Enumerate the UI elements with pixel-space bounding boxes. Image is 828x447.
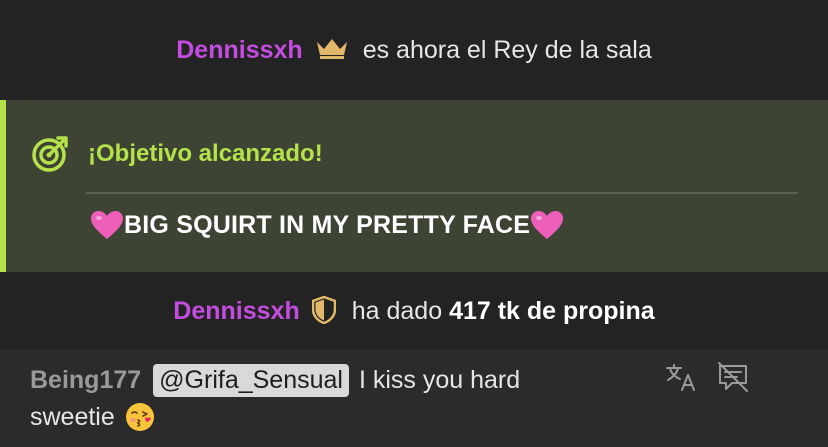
- chat-panel: Dennissxh es ahora el Rey de la sala ¡Ob…: [0, 0, 828, 447]
- target-icon: [32, 136, 68, 172]
- pink-heart-icon: [91, 211, 123, 239]
- message-line-1: Being177 @Grifa_Sensual I kiss you hard: [30, 364, 520, 397]
- message-text-line1: I kiss you hard: [358, 366, 521, 394]
- goal-text: BIG SQUIRT IN MY PRETTY FACE: [124, 210, 531, 239]
- mention-tag[interactable]: @Grifa_Sensual: [153, 364, 349, 397]
- tip-text-prefix: ha dado: [351, 296, 443, 325]
- goal-title: ¡Objetivo alcanzado!: [88, 140, 323, 167]
- goal-reached-card: ¡Objetivo alcanzado! BIG SQUIRT IN MY PR…: [0, 100, 828, 272]
- shield-icon: [311, 296, 336, 324]
- chat-message: Being177 @Grifa_Sensual I kiss you hard …: [0, 350, 828, 447]
- pink-heart-icon: [531, 211, 564, 239]
- translate-icon[interactable]: [664, 360, 698, 394]
- message-text-line2: sweetie: [30, 402, 115, 431]
- goal-header: ¡Objetivo alcanzado!: [30, 134, 323, 174]
- king-notice: Dennissxh es ahora el Rey de la sala: [0, 0, 828, 100]
- king-text: es ahora el Rey de la sala: [362, 35, 652, 64]
- message-line-2: sweetie: [30, 402, 155, 432]
- tip-username[interactable]: Dennissxh: [173, 297, 299, 326]
- goal-description: BIG SQUIRT IN MY PRETTY FACE: [90, 210, 564, 240]
- hide-message-icon[interactable]: [716, 360, 750, 394]
- king-username[interactable]: Dennissxh: [176, 36, 302, 65]
- tip-amount: 417 tk de propina: [449, 296, 655, 325]
- message-username[interactable]: Being177: [30, 366, 141, 395]
- crown-icon: [316, 39, 347, 59]
- message-actions: [664, 360, 750, 394]
- divider: [86, 192, 798, 194]
- tip-notice: Dennissxh ha dado 417 tk de propina: [0, 272, 828, 350]
- face-blowing-kiss-icon: [125, 403, 154, 431]
